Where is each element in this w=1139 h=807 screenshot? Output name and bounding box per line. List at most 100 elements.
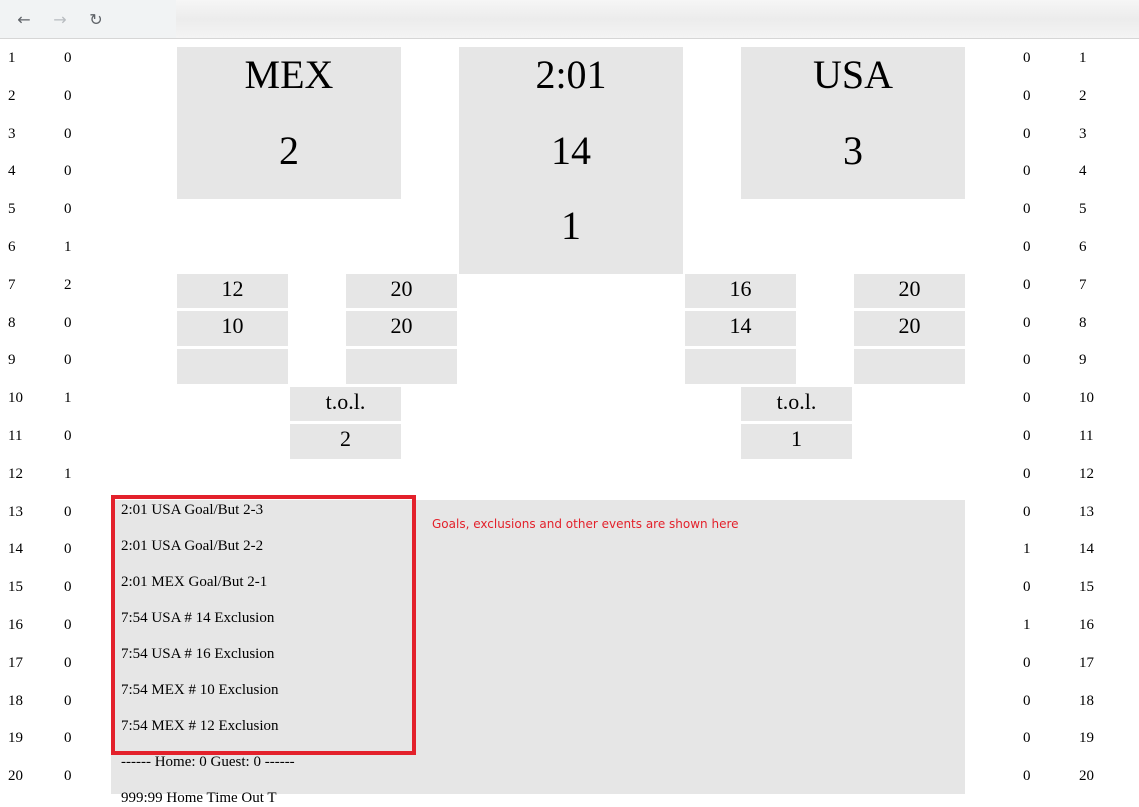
right-row-number: 7: [1079, 276, 1087, 293]
address-bar-blurred: [176, 0, 1139, 38]
right-row-value: 0: [1023, 503, 1031, 520]
right-row-value: 0: [1023, 579, 1031, 596]
guest-exclusion-time: [854, 349, 965, 384]
right-row-number: 2: [1079, 87, 1087, 104]
home-tol-label: t.o.l.: [290, 387, 401, 421]
right-row-number: 11: [1079, 428, 1094, 444]
left-row-number: 20: [8, 768, 23, 785]
left-row-value: 0: [64, 314, 72, 331]
left-row-number: 14: [8, 541, 23, 558]
left-row-value: 0: [64, 201, 72, 218]
event-line: 999:99 Home Time Out T: [121, 790, 277, 806]
right-row-value: 1: [1023, 617, 1031, 633]
guest-tol-value: 1: [741, 424, 852, 459]
right-row-value: 0: [1023, 428, 1031, 444]
right-row-number: 12: [1079, 465, 1094, 482]
right-row-number: 16: [1079, 617, 1094, 633]
right-row-value: 0: [1023, 352, 1031, 369]
home-team-name: MEX: [177, 47, 401, 123]
left-row-value: 1: [64, 239, 72, 255]
reload-icon[interactable]: ↻: [85, 8, 107, 30]
right-row-number: 4: [1079, 163, 1087, 180]
left-row-value: 0: [64, 541, 72, 558]
guest-team-name: USA: [741, 47, 965, 123]
home-score: 2: [177, 123, 401, 199]
right-row-number: 13: [1079, 503, 1094, 520]
left-row-number: 19: [8, 730, 23, 747]
right-row-value: 0: [1023, 239, 1031, 255]
right-row-value: 0: [1023, 87, 1031, 104]
left-row-number: 9: [8, 352, 16, 369]
left-row-number: 6: [8, 239, 16, 255]
left-row-number: 13: [8, 503, 23, 520]
right-row-number: 19: [1079, 730, 1094, 747]
period: 1: [459, 198, 683, 274]
home-exclusion-time: [346, 349, 457, 384]
left-row-value: 0: [64, 579, 72, 596]
right-row-number: 14: [1079, 541, 1094, 558]
guest-exclusion-player: 14: [685, 311, 796, 346]
left-row-value: 2: [64, 276, 72, 293]
shot-clock: 14: [459, 123, 683, 199]
right-row-number: 17: [1079, 654, 1094, 671]
guest-exclusion-time: 20: [854, 311, 965, 346]
left-row-number: 7: [8, 276, 16, 293]
right-row-number: 6: [1079, 239, 1087, 255]
left-row-value: 0: [64, 768, 72, 785]
guest-score: 3: [741, 123, 965, 199]
left-row-value: 0: [64, 503, 72, 520]
left-row-value: 0: [64, 87, 72, 104]
right-row-value: 0: [1023, 163, 1031, 180]
guest-exclusion-player: [685, 349, 796, 384]
right-row-value: 1: [1023, 541, 1031, 558]
left-row-value: 0: [64, 50, 72, 66]
left-row-value: 0: [64, 163, 72, 180]
left-row-number: 5: [8, 201, 16, 218]
browser-toolbar: ← → ↻: [0, 0, 1139, 39]
left-row-value: 0: [64, 428, 72, 444]
right-row-value: 0: [1023, 390, 1031, 407]
right-row-number: 1: [1079, 50, 1087, 66]
left-row-number: 8: [8, 314, 16, 331]
left-row-value: 0: [64, 730, 72, 747]
left-row-number: 18: [8, 692, 23, 709]
guest-exclusion-time: 20: [854, 274, 965, 308]
events-annotation: Goals, exclusions and other events are s…: [432, 517, 739, 531]
events-highlight-box: [111, 495, 416, 755]
right-row-number: 20: [1079, 768, 1094, 785]
right-row-value: 0: [1023, 201, 1031, 218]
right-row-number: 10: [1079, 390, 1094, 407]
home-tol-value: 2: [290, 424, 401, 459]
right-row-value: 0: [1023, 276, 1031, 293]
right-row-number: 8: [1079, 314, 1087, 331]
guest-tol-label: t.o.l.: [741, 387, 852, 421]
game-clock: 2:01: [459, 47, 683, 123]
left-row-number: 10: [8, 390, 23, 407]
left-row-value: 0: [64, 654, 72, 671]
right-row-number: 3: [1079, 125, 1087, 142]
left-row-number: 4: [8, 163, 16, 180]
right-row-number: 18: [1079, 692, 1094, 709]
left-row-value: 0: [64, 617, 72, 633]
left-row-value: 0: [64, 125, 72, 142]
right-row-number: 9: [1079, 352, 1087, 369]
right-row-value: 0: [1023, 654, 1031, 671]
right-row-number: 15: [1079, 579, 1094, 596]
left-row-number: 16: [8, 617, 23, 633]
left-row-number: 11: [8, 428, 23, 444]
right-row-value: 0: [1023, 730, 1031, 747]
left-row-value: 1: [64, 390, 72, 407]
home-exclusion-player: [177, 349, 288, 384]
left-row-number: 12: [8, 465, 23, 482]
left-row-value: 1: [64, 465, 72, 482]
right-row-value: 0: [1023, 465, 1031, 482]
right-row-number: 5: [1079, 201, 1087, 218]
right-row-value: 0: [1023, 125, 1031, 142]
left-row-value: 0: [64, 352, 72, 369]
forward-arrow-icon[interactable]: →: [49, 8, 71, 30]
back-arrow-icon[interactable]: ←: [13, 8, 35, 30]
right-row-value: 0: [1023, 692, 1031, 709]
left-row-number: 2: [8, 87, 16, 104]
home-exclusion-player: 10: [177, 311, 288, 346]
home-exclusion-player: 12: [177, 274, 288, 308]
